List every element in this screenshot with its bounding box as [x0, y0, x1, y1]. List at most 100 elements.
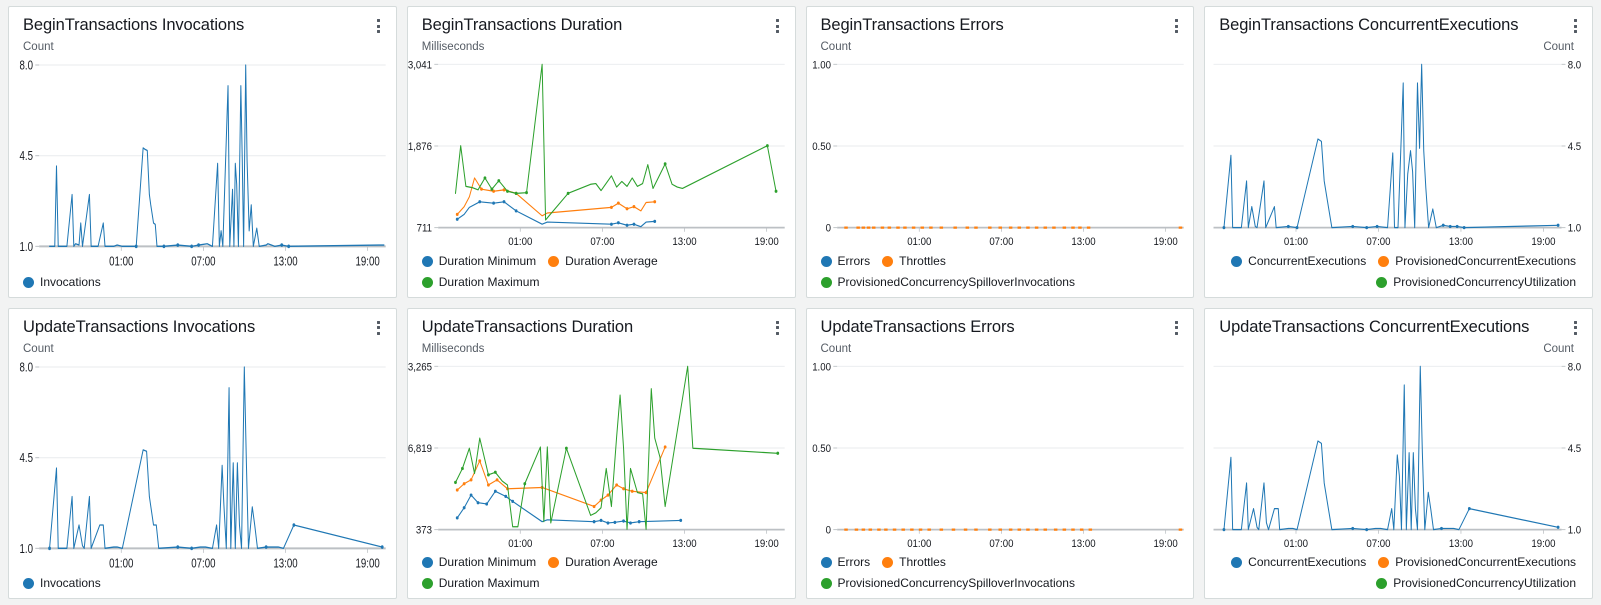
- cloudwatch-dashboard-grid: BeginTransactions Invocations Count 1.0 4.5…: [0, 0, 1601, 605]
- legend-color-swatch: [23, 578, 34, 589]
- legend-item[interactable]: ProvisionedConcurrentExecutions: [1378, 555, 1576, 570]
- legend-color-swatch: [421, 255, 433, 267]
- widget-header: BeginTransactions ConcurrentExecutions: [1205, 7, 1592, 35]
- svg-text:01:00: 01:00: [907, 537, 931, 550]
- chart-plot-area[interactable]: 0 0.50 1.00 01:00 07:00 13:00 19:00: [807, 360, 1194, 551]
- widget-title: UpdateTransactions Errors: [820, 317, 1015, 336]
- svg-text:1.0: 1.0: [20, 241, 33, 254]
- legend-item[interactable]: Errors: [820, 253, 871, 269]
- chart-canvas: 1.0 4.5 8.0 01:00 07:00 13:00 19:00: [9, 58, 396, 270]
- chart-plot-area[interactable]: 1.0 4.5 8.0 01:00 07:00 13:00 19:00: [9, 58, 396, 270]
- svg-text:07:00: 07:00: [1367, 537, 1391, 550]
- svg-text:6,819: 6,819: [408, 442, 432, 455]
- widget-update-invocations: UpdateTransactions Invocations Count 1.0 4.…: [8, 307, 397, 599]
- legend-item[interactable]: ProvisionedConcurrentExecutions: [1378, 254, 1576, 269]
- legend-label: ProvisionedConcurrencySpilloverInvocatio…: [837, 274, 1075, 289]
- legend-label: ProvisionedConcurrencyUtilization: [1393, 576, 1576, 590]
- legend-item[interactable]: Duration Average: [548, 555, 658, 570]
- legend-item[interactable]: Errors: [820, 555, 870, 570]
- kebab-menu-icon[interactable]: [771, 17, 785, 35]
- svg-text:13:00: 13:00: [1449, 235, 1473, 248]
- svg-text:0.50: 0.50: [812, 442, 831, 455]
- legend-item[interactable]: Throttles: [882, 254, 946, 269]
- svg-text:19:00: 19:00: [754, 537, 778, 550]
- legend-label: Errors: [837, 253, 871, 268]
- legend-item[interactable]: Duration Minimum: [421, 555, 536, 570]
- legend-item[interactable]: Duration Maximum: [421, 275, 539, 290]
- widget-title: BeginTransactions Duration: [421, 16, 623, 34]
- chart-plot-area[interactable]: 711 1,876 3,041 01:00 07:00 13:00 19:00: [408, 58, 795, 249]
- legend-label: Duration Average: [565, 555, 658, 569]
- legend-item[interactable]: ProvisionedConcurrencyUtilization: [1376, 576, 1576, 591]
- legend-item[interactable]: Duration Minimum: [421, 254, 536, 269]
- legend-item[interactable]: ConcurrentExecutions: [1231, 254, 1366, 269]
- kebab-menu-icon[interactable]: [1568, 17, 1582, 35]
- widget-title: UpdateTransactions Duration: [421, 317, 634, 336]
- legend-item[interactable]: Throttles: [882, 555, 946, 570]
- svg-text:1.00: 1.00: [812, 59, 831, 72]
- svg-text:13:00: 13:00: [273, 557, 297, 570]
- y-axis-unit-label: Milliseconds: [421, 342, 485, 355]
- svg-text:4.5: 4.5: [1568, 442, 1582, 455]
- legend-label: ProvisionedConcurrentExecutions: [1395, 253, 1576, 268]
- legend-color-swatch: [421, 557, 433, 568]
- legend-item[interactable]: ConcurrentExecutions: [1231, 555, 1366, 570]
- svg-text:4.5: 4.5: [20, 150, 33, 163]
- legend-color-swatch: [548, 557, 560, 568]
- legend-color-swatch: [421, 578, 433, 589]
- chart-plot-area[interactable]: 1.0 4.5 8.0 01:00 07:00 13:00 19:00: [9, 360, 396, 572]
- legend-color-swatch: [1231, 255, 1243, 267]
- widget-header: BeginTransactions Errors: [807, 7, 1194, 35]
- svg-text:19:00: 19:00: [356, 557, 380, 570]
- legend-label: Throttles: [899, 555, 946, 569]
- kebab-menu-icon[interactable]: [771, 319, 785, 337]
- chart-plot-area[interactable]: 373 6,819 13,265 01:00 07:00 13:00 19:00: [408, 360, 795, 551]
- kebab-menu-icon[interactable]: [372, 319, 386, 337]
- kebab-menu-icon[interactable]: [1169, 319, 1183, 337]
- kebab-menu-icon[interactable]: [1568, 319, 1582, 337]
- svg-text:01:00: 01:00: [1284, 537, 1308, 550]
- chart-legend: Invocations: [9, 571, 396, 598]
- chart-canvas: 1.0 4.5 8.0 01:00 07:00 13:00 19:00: [9, 360, 396, 572]
- legend-item[interactable]: Duration Maximum: [421, 576, 539, 591]
- legend-label: Throttles: [899, 253, 946, 268]
- legend-item[interactable]: ProvisionedConcurrencySpilloverInvocatio…: [820, 576, 1075, 591]
- kebab-menu-icon[interactable]: [372, 17, 386, 35]
- legend-item[interactable]: Duration Average: [548, 254, 658, 269]
- svg-text:4.5: 4.5: [1568, 140, 1582, 153]
- legend-item[interactable]: Invocations: [23, 275, 101, 290]
- legend-item[interactable]: Invocations: [23, 576, 101, 591]
- chart-plot-area[interactable]: 1.0 4.5 8.0 01:00 07:00 13:00 19:00: [1205, 58, 1592, 249]
- widget-update-concurrent: UpdateTransactions ConcurrentExecutions C…: [1204, 307, 1593, 599]
- svg-text:01:00: 01:00: [508, 235, 532, 248]
- widget-header: UpdateTransactions Duration: [408, 309, 795, 337]
- chart-plot-area[interactable]: 0 0.50 1.00 01:00 07:00 13:00 19:00: [807, 58, 1194, 249]
- widget-header: UpdateTransactions Invocations: [9, 309, 396, 337]
- svg-text:07:00: 07:00: [1367, 235, 1391, 248]
- svg-text:07:00: 07:00: [590, 235, 614, 248]
- chart-canvas: 0 0.50 1.00 01:00 07:00 13:00 19:00: [807, 58, 1194, 249]
- chart-legend: Duration Minimum Duration Average Duration…: [408, 249, 795, 297]
- svg-text:0: 0: [825, 222, 831, 235]
- svg-text:3,041: 3,041: [408, 59, 432, 72]
- svg-text:13,265: 13,265: [408, 360, 432, 373]
- kebab-menu-icon[interactable]: [1169, 17, 1183, 35]
- svg-text:01:00: 01:00: [109, 557, 133, 570]
- svg-text:19:00: 19:00: [1153, 235, 1177, 248]
- svg-text:01:00: 01:00: [1284, 235, 1308, 248]
- legend-item[interactable]: ProvisionedConcurrencySpilloverInvocatio…: [820, 274, 1075, 290]
- svg-text:1.0: 1.0: [20, 542, 33, 555]
- legend-color-swatch: [1376, 578, 1388, 589]
- legend-item[interactable]: ProvisionedConcurrencyUtilization: [1376, 275, 1576, 290]
- svg-text:07:00: 07:00: [989, 537, 1013, 550]
- svg-text:1.0: 1.0: [1568, 524, 1582, 537]
- svg-text:711: 711: [416, 222, 432, 235]
- widget-begin-duration: BeginTransactions Duration Milliseconds 71…: [406, 6, 796, 298]
- legend-label: ProvisionedConcurrentExecutions: [1395, 555, 1576, 569]
- svg-text:13:00: 13:00: [672, 235, 696, 248]
- svg-text:0.50: 0.50: [812, 140, 831, 153]
- chart-plot-area[interactable]: 1.0 4.5 8.0 01:00 07:00 13:00 19:00: [1205, 360, 1592, 551]
- svg-text:01:00: 01:00: [508, 537, 532, 550]
- legend-color-swatch: [1231, 557, 1243, 568]
- svg-text:19:00: 19:00: [1153, 537, 1177, 550]
